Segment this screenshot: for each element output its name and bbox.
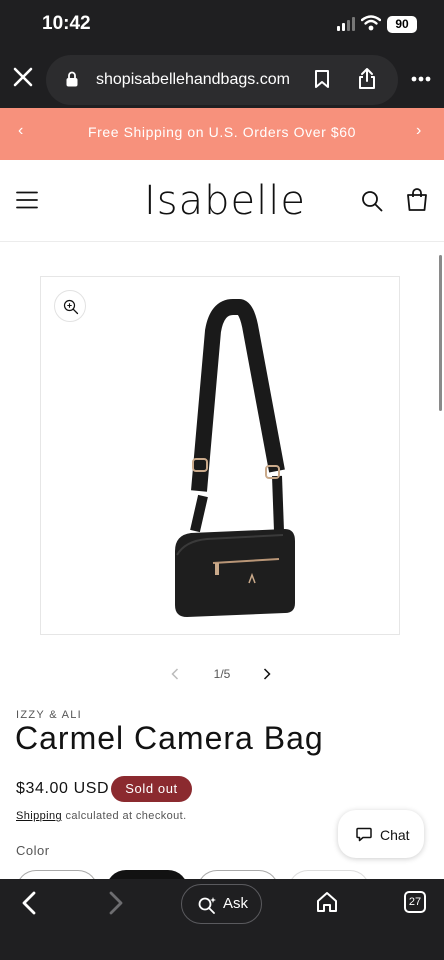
color-label: Color	[16, 843, 50, 858]
shipping-link[interactable]: Shipping	[16, 810, 62, 822]
gallery-counter: 1/5	[213, 667, 231, 681]
site-header: Isabelle	[0, 160, 444, 242]
address-bar[interactable]: shopisabellehandbags.com	[46, 55, 398, 105]
announcement-next-button[interactable]: ›	[416, 122, 421, 140]
home-icon[interactable]	[316, 891, 338, 913]
announcement-bar: ‹ Free Shipping on U.S. Orders Over $60 …	[0, 108, 444, 160]
zoom-icon	[63, 299, 79, 315]
shipping-note-text: calculated at checkout.	[62, 810, 187, 822]
url-text[interactable]: shopisabellehandbags.com	[96, 71, 290, 89]
status-time: 10:42	[42, 13, 91, 34]
menu-icon[interactable]	[16, 191, 38, 209]
zoom-button[interactable]	[54, 290, 86, 322]
gallery-pager: 1/5	[0, 662, 444, 686]
tab-switcher-button[interactable]: 27	[404, 891, 426, 913]
ask-label: Ask	[223, 895, 249, 912]
announcement-text: Free Shipping on U.S. Orders Over $60	[87, 124, 357, 140]
chat-button[interactable]: Chat	[338, 810, 424, 858]
back-icon[interactable]	[20, 891, 38, 915]
chevron-left-icon[interactable]	[171, 668, 179, 680]
browser-toolbar: shopisabellehandbags.com	[0, 52, 444, 108]
product-title: Carmel Camera Bag	[15, 720, 324, 756]
product-price: $34.00 USD	[16, 780, 110, 797]
product-image-frame[interactable]	[40, 276, 400, 635]
product-image-bag	[175, 299, 295, 617]
bookmark-icon[interactable]	[314, 69, 330, 89]
share-icon[interactable]	[358, 67, 376, 90]
cart-icon[interactable]	[406, 188, 428, 212]
forward-icon[interactable]	[107, 891, 125, 915]
lock-icon	[66, 71, 78, 87]
wifi-icon	[361, 15, 381, 31]
chat-icon	[356, 827, 372, 842]
shipping-note: Shipping calculated at checkout.	[16, 810, 187, 822]
browser-bottom-bar: Ask 27	[0, 879, 444, 960]
site-logo[interactable]: Isabelle	[130, 178, 320, 224]
chevron-right-icon[interactable]	[263, 668, 271, 680]
sparkle-search-icon	[198, 897, 216, 914]
cellular-signal-icon	[337, 17, 355, 31]
sold-out-badge: Sold out	[111, 776, 192, 802]
ask-button[interactable]: Ask	[181, 884, 262, 924]
chat-label: Chat	[380, 827, 410, 843]
search-icon[interactable]	[361, 190, 383, 212]
close-icon[interactable]	[12, 66, 34, 88]
page-scrollbar[interactable]	[439, 255, 442, 411]
battery-indicator: 90	[387, 16, 417, 33]
status-bar: 10:42 90	[0, 0, 444, 52]
more-icon[interactable]	[411, 76, 431, 82]
